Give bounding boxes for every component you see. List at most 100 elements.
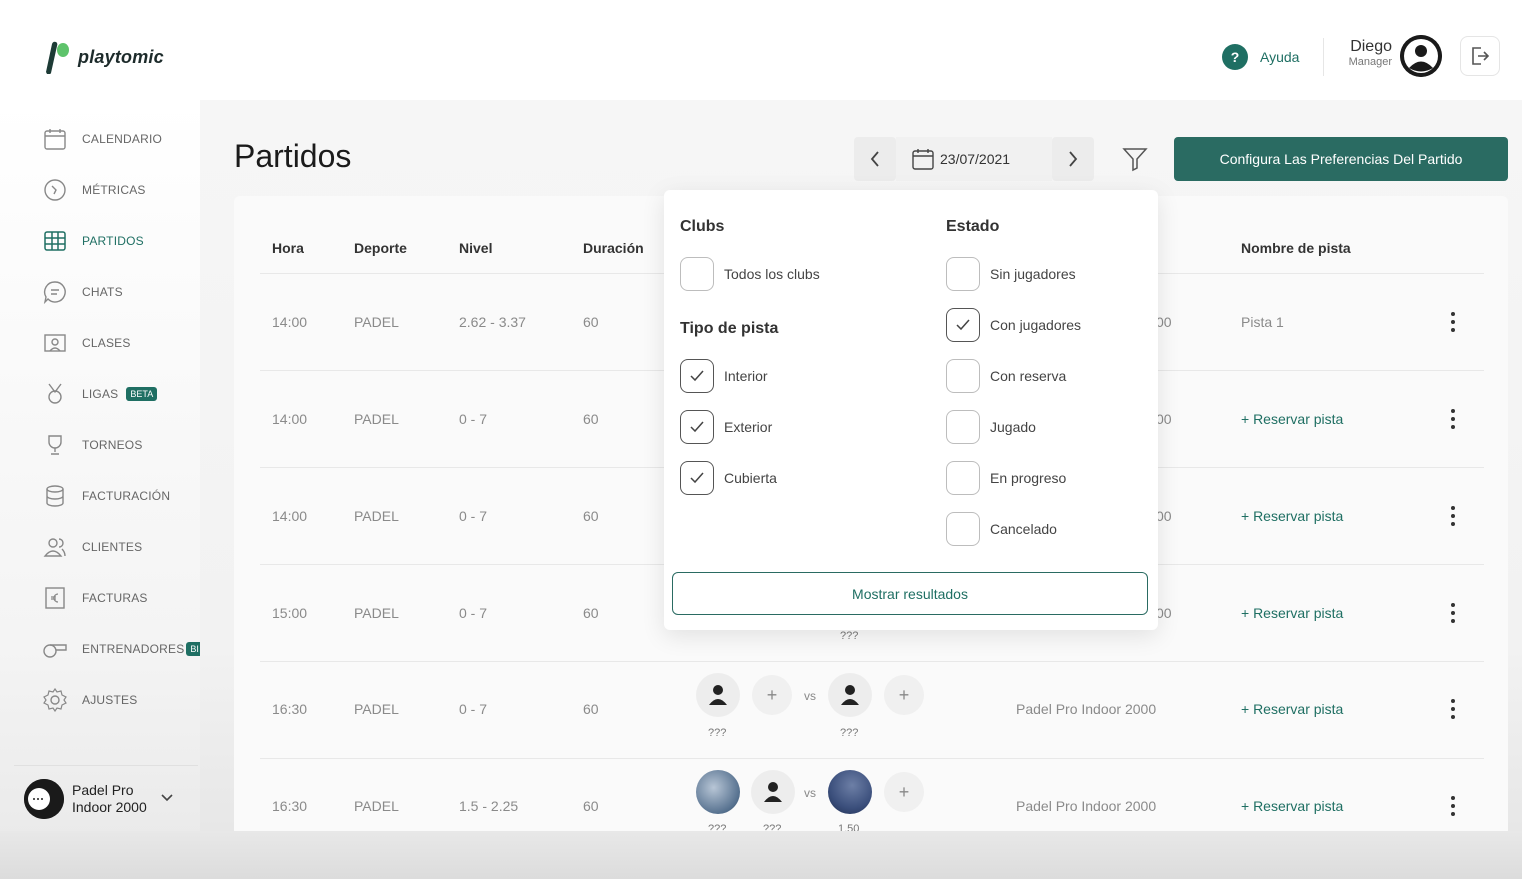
show-results-button[interactable]: Mostrar resultados bbox=[672, 572, 1148, 615]
versus-label: vs bbox=[804, 786, 816, 800]
sidebar-item-clientes[interactable]: CLIENTES bbox=[42, 534, 142, 560]
club-name: Padel Pro Indoor 2000 bbox=[72, 781, 147, 815]
club-switcher[interactable]: Padel Pro Indoor 2000 bbox=[14, 765, 198, 831]
cell-nivel: 1.5 - 2.25 bbox=[459, 798, 519, 814]
filter-cubierta[interactable]: Cubierta bbox=[680, 461, 777, 495]
filter-button[interactable] bbox=[1114, 137, 1156, 181]
calendar-icon bbox=[912, 149, 934, 170]
checkbox-checked[interactable] bbox=[680, 461, 714, 495]
option-label: Con reserva bbox=[990, 368, 1067, 384]
more-options-icon[interactable] bbox=[1443, 697, 1463, 721]
sidebar-item-torneos[interactable]: TORNEOS bbox=[42, 432, 143, 458]
cell-nivel: 0 - 7 bbox=[459, 411, 488, 427]
window-bottom bbox=[0, 831, 1522, 879]
checkbox[interactable] bbox=[946, 359, 980, 393]
option-label: Con jugadores bbox=[990, 317, 1082, 333]
chat-icon bbox=[42, 279, 68, 305]
checkbox[interactable] bbox=[946, 512, 980, 546]
sidebar-item-label: ENTRENADORES bbox=[82, 642, 185, 656]
player-avatar-icon[interactable] bbox=[696, 673, 740, 717]
gear-icon bbox=[42, 687, 68, 713]
filter-interior[interactable]: Interior bbox=[680, 359, 768, 393]
reserve-court-link[interactable]: + Reservar pista bbox=[1241, 701, 1343, 717]
checkbox[interactable] bbox=[946, 461, 980, 495]
sidebar-item-facturas[interactable]: FACTURAS bbox=[42, 585, 148, 611]
cell-club: Padel Pro Indoor 2000 bbox=[1016, 701, 1157, 717]
date-value: 23/07/2021 bbox=[940, 151, 1011, 167]
add-player-icon[interactable]: + bbox=[752, 675, 792, 715]
sidebar-item-metricas[interactable]: MÉTRICAS bbox=[42, 177, 146, 203]
sidebar-item-calendario[interactable]: CALENDARIO bbox=[42, 126, 162, 152]
brand-name: playtomic bbox=[78, 46, 164, 67]
more-options-icon[interactable] bbox=[1443, 794, 1463, 818]
filter-todos-clubs[interactable]: Todos los clubs bbox=[680, 257, 820, 291]
cell-partial: 00 bbox=[1156, 508, 1172, 524]
sidebar-item-entrenadores[interactable]: ENTRENADORES BI bbox=[42, 636, 203, 662]
configure-preferences-button[interactable]: Configura Las Preferencias Del Partido bbox=[1174, 137, 1508, 181]
reserve-court-link[interactable]: + Reservar pista bbox=[1241, 508, 1343, 524]
option-label: Interior bbox=[724, 368, 768, 384]
more-options-icon[interactable] bbox=[1443, 310, 1463, 334]
add-player-icon[interactable]: + bbox=[884, 772, 924, 812]
cell-deporte: PADEL bbox=[354, 411, 399, 427]
cell-pista: Pista 1 bbox=[1241, 314, 1284, 330]
checkbox[interactable] bbox=[680, 257, 714, 291]
checkbox-checked[interactable] bbox=[680, 359, 714, 393]
reserve-court-link[interactable]: + Reservar pista bbox=[1241, 798, 1343, 814]
header-deporte: Deporte bbox=[354, 240, 407, 256]
filter-en-progreso[interactable]: En progreso bbox=[946, 461, 1066, 495]
cell-hora: 14:00 bbox=[272, 411, 308, 427]
option-label: Sin jugadores bbox=[990, 266, 1076, 282]
playtomic-logo[interactable]: playtomic bbox=[40, 40, 164, 75]
cell-deporte: PADEL bbox=[354, 314, 399, 330]
reserve-court-link[interactable]: + Reservar pista bbox=[1241, 411, 1343, 427]
player-avatar-icon[interactable] bbox=[828, 673, 872, 717]
sidebar-item-ajustes[interactable]: AJUSTES bbox=[42, 687, 137, 713]
checkbox-checked[interactable] bbox=[680, 410, 714, 444]
player-photo[interactable] bbox=[828, 770, 872, 814]
checkbox[interactable] bbox=[946, 410, 980, 444]
date-picker[interactable]: 23/07/2021 bbox=[896, 137, 1052, 181]
sidebar-item-ligas[interactable]: LIGAS BETA bbox=[42, 381, 158, 407]
sidebar-item-facturacion[interactable]: FACTURACIÓN bbox=[42, 483, 170, 509]
filter-icon bbox=[1122, 148, 1148, 172]
checkbox[interactable] bbox=[946, 257, 980, 291]
player-avatar-icon[interactable] bbox=[751, 770, 795, 814]
cell-deporte: PADEL bbox=[354, 605, 399, 621]
checkbox-checked[interactable] bbox=[946, 308, 980, 342]
beta-badge: BETA bbox=[126, 387, 158, 401]
filter-exterior[interactable]: Exterior bbox=[680, 410, 772, 444]
filter-cancelado[interactable]: Cancelado bbox=[946, 512, 1057, 546]
grid-icon bbox=[42, 228, 68, 254]
sidebar-item-chats[interactable]: CHATS bbox=[42, 279, 123, 305]
more-options-icon[interactable] bbox=[1443, 601, 1463, 625]
cell-hora: 16:30 bbox=[272, 701, 308, 717]
medal-icon bbox=[42, 381, 68, 407]
more-options-icon[interactable] bbox=[1443, 504, 1463, 528]
chevron-left-icon bbox=[870, 151, 879, 167]
cell-duracion: 60 bbox=[583, 701, 599, 717]
sidebar-item-partidos[interactable]: PARTIDOS bbox=[42, 228, 144, 254]
filter-con-jugadores[interactable]: Con jugadores bbox=[946, 308, 1081, 342]
users-icon bbox=[42, 534, 68, 560]
option-label: En progreso bbox=[990, 470, 1067, 486]
next-date-button[interactable] bbox=[1052, 137, 1094, 181]
cell-club: Padel Pro Indoor 2000 bbox=[1016, 798, 1157, 814]
help-link[interactable]: ? Ayuda bbox=[1222, 44, 1299, 70]
filter-sin-jugadores[interactable]: Sin jugadores bbox=[946, 257, 1076, 291]
player-photo[interactable] bbox=[696, 770, 740, 814]
sidebar-item-label: FACTURAS bbox=[82, 591, 148, 605]
filter-con-reserva[interactable]: Con reserva bbox=[946, 359, 1066, 393]
filter-jugado[interactable]: Jugado bbox=[946, 410, 1036, 444]
top-bar: playtomic ? Ayuda Diego Manager bbox=[0, 0, 1522, 100]
add-player-icon[interactable]: + bbox=[884, 675, 924, 715]
user-info[interactable]: Diego Manager bbox=[1338, 38, 1392, 68]
more-options-icon[interactable] bbox=[1443, 407, 1463, 431]
prev-date-button[interactable] bbox=[854, 137, 896, 181]
reserve-court-link[interactable]: + Reservar pista bbox=[1241, 605, 1343, 621]
header-divider bbox=[1323, 38, 1324, 76]
user-avatar[interactable] bbox=[1400, 35, 1442, 77]
logout-button[interactable] bbox=[1460, 36, 1500, 76]
sidebar-item-clases[interactable]: CLASES bbox=[42, 330, 131, 356]
cell-deporte: PADEL bbox=[354, 508, 399, 524]
